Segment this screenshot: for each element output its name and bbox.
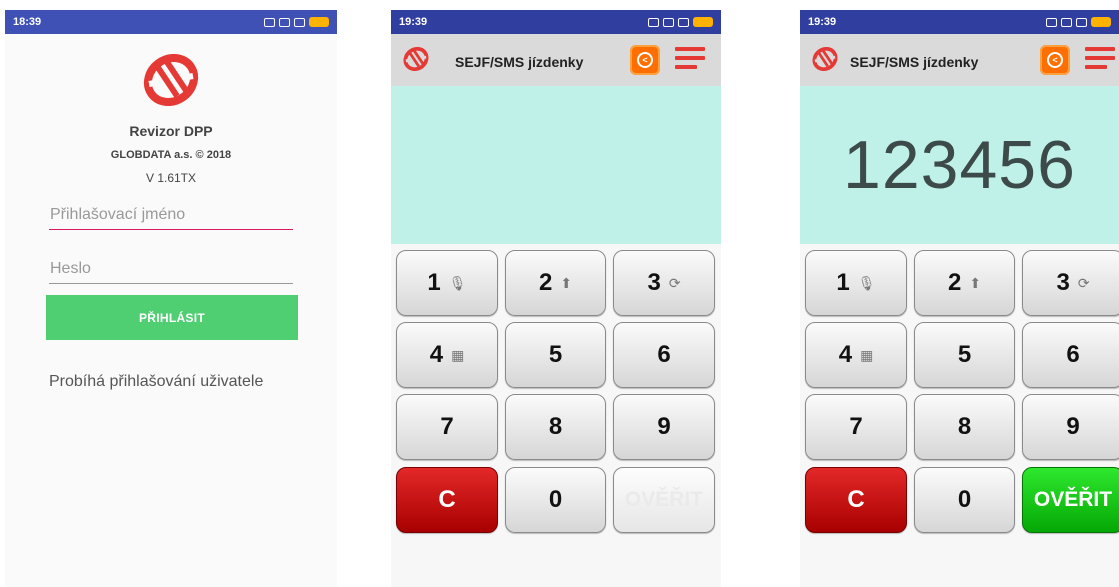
key-1[interactable]: 1 🎙 [396,250,498,316]
key-label: 4 [429,341,444,368]
vibrate-icon [264,17,275,27]
back-button[interactable]: < [1040,45,1070,75]
sync-icon: ⟳ [668,274,681,291]
screen-title: SEJF/SMS jízdenky [850,54,979,70]
back-arrow-icon: < [1047,52,1063,68]
key-4[interactable]: 4 ▦ [396,322,498,388]
key-5[interactable]: 5 [505,322,606,388]
username-field[interactable] [49,200,293,230]
keypad-screen-filled: 19:39 SEJF/SMS jízdenky < 123456 1 🎙 2 ⬆ 3… [800,10,1119,587]
status-icons [1046,17,1111,27]
key-label: 5 [957,341,972,368]
status-time: 19:39 [808,16,837,28]
key-4[interactable]: 4 ▦ [805,322,907,388]
dpp-logo-icon [403,47,429,71]
qr-code-icon: ▦ [860,346,874,363]
key-0[interactable]: 0 [505,467,606,533]
key-label: 3 [647,269,661,296]
battery-icon [1091,17,1111,27]
key-label: 9 [1066,413,1080,440]
dpp-logo-icon [812,47,838,71]
key-2[interactable]: 2 ⬆ [914,250,1015,316]
key-1[interactable]: 1 🎙 [805,250,907,316]
key-label: 2 [947,269,962,296]
app-bar: SEJF/SMS jízdenky < [800,34,1119,86]
key-label: 6 [657,341,671,368]
menu-icon[interactable] [675,47,705,73]
status-time: 19:39 [399,16,428,28]
alarm-icon [648,17,659,27]
sync-icon: ⟳ [1077,274,1090,291]
key-label: 8 [548,413,563,440]
key-label: 1 [427,269,441,296]
key-label: 7 [849,413,863,440]
key-2[interactable]: 2 ⬆ [505,250,606,316]
key-label: 7 [440,413,454,440]
key-label: 4 [838,341,853,368]
back-button[interactable]: < [630,45,660,75]
signal-icon [1061,17,1072,27]
key-7[interactable]: 7 [396,394,498,460]
screen-title: SEJF/SMS jízdenky [455,54,584,70]
mic-icon: 🎙 [448,274,467,291]
battery-icon [309,17,329,27]
key-6[interactable]: 6 [613,322,715,388]
status-icons [264,17,329,27]
menu-icon[interactable] [1085,47,1115,73]
status-time: 18:39 [13,16,42,28]
key-7[interactable]: 7 [805,394,907,460]
key-label: 9 [657,413,671,440]
upload-icon: ⬆ [969,274,982,291]
back-arrow-icon: < [637,52,653,68]
key-3[interactable]: 3 ⟳ [1022,250,1119,316]
login-screen: 18:39 Revizor DPP GLOBDATA a.s. © 2018 V… [5,10,337,587]
key-6[interactable]: 6 [1022,322,1119,388]
status-bar: 18:39 [5,10,337,34]
status-icons [648,17,713,27]
dpp-logo-icon [143,54,199,106]
key-3[interactable]: 3 ⟳ [613,250,715,316]
key-label: 1 [836,269,850,296]
upload-icon: ⬆ [560,274,573,291]
battery-icon [693,17,713,27]
key-label: 5 [548,341,563,368]
wifi-icon [294,17,305,27]
key-0[interactable]: 0 [914,467,1015,533]
status-bar: 19:39 [391,10,721,34]
key-8[interactable]: 8 [914,394,1015,460]
signal-icon [279,17,290,27]
keypad-screen-empty: 19:39 SEJF/SMS jízdenky < 1 🎙 2 ⬆ 3 ⟳ 4 ▦ 5 … [391,10,721,587]
signal-icon [663,17,674,27]
wifi-icon [678,17,689,27]
app-name: Revizor DPP [129,123,213,139]
key-5[interactable]: 5 [914,322,1015,388]
login-button[interactable]: PŘIHLÁSIT [46,295,298,340]
company-copyright: GLOBDATA a.s. © 2018 [110,149,232,161]
verify-button[interactable]: OVĚŘIT [1022,467,1119,533]
key-9[interactable]: 9 [1022,394,1119,460]
clear-button[interactable]: C [805,467,907,533]
app-bar: SEJF/SMS jízdenky < [391,34,721,86]
alarm-icon [1046,17,1057,27]
key-label: 8 [957,413,972,440]
key-9[interactable]: 9 [613,394,715,460]
password-field[interactable] [49,254,293,284]
wifi-icon [1076,17,1087,27]
qr-code-icon: ▦ [451,346,465,363]
key-8[interactable]: 8 [505,394,606,460]
key-label: 2 [538,269,553,296]
status-bar: 19:39 [800,10,1119,34]
key-label: 3 [1056,269,1070,296]
ticket-number-display: 123456 [800,86,1119,244]
ticket-number-display [391,86,721,244]
app-version: V 1.61TX [145,171,197,185]
verify-button[interactable]: OVĚŘIT [613,467,715,533]
key-label: 6 [1066,341,1080,368]
clear-button[interactable]: C [396,467,498,533]
mic-icon: 🎙 [857,274,876,291]
login-status-message: Probíhá přihlašování uživatele [49,373,264,390]
